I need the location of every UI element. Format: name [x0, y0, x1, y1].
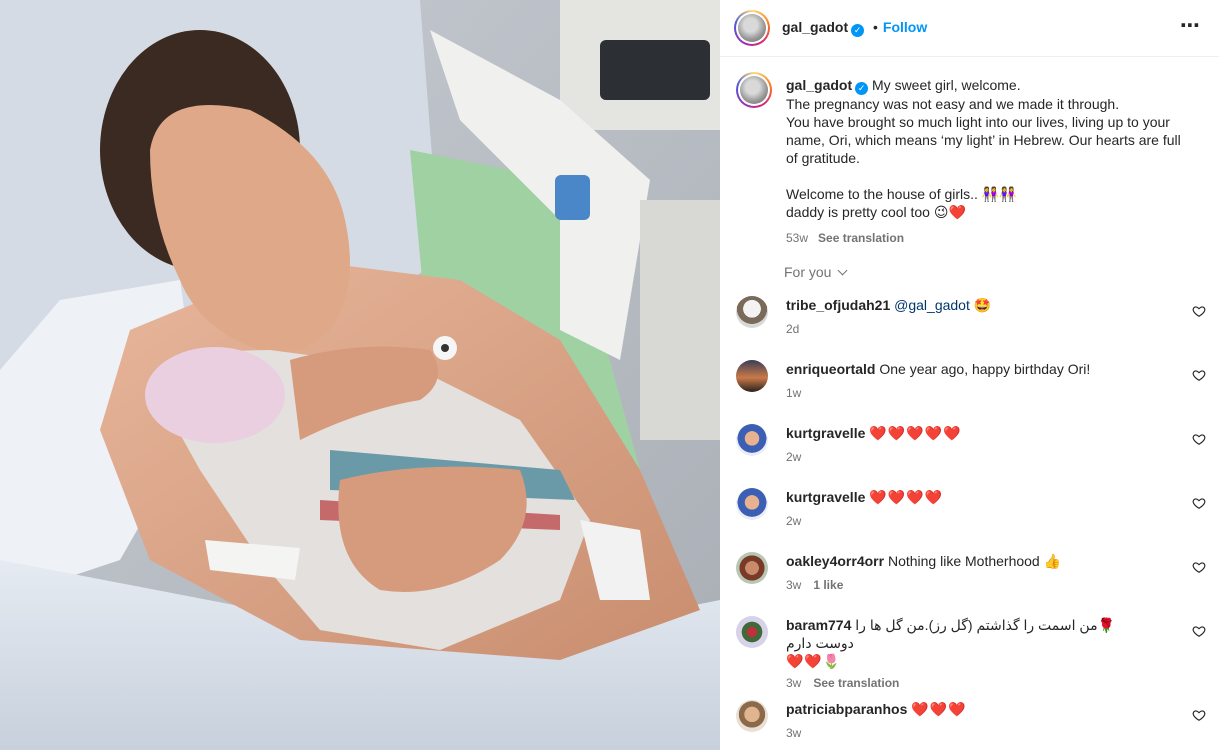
caption-line-4: Welcome to the house of girls.. 👭👭	[786, 186, 1017, 202]
comment-text: Nothing like Motherhood 👍	[887, 553, 1062, 569]
caption-username[interactable]: gal_gadot	[786, 77, 852, 93]
comment-item: oakley4orr4orr Nothing like Motherhood 👍…	[736, 552, 1206, 606]
comment-time[interactable]: 1w	[786, 386, 801, 400]
commenter-username[interactable]: oakley4orr4orr	[786, 553, 884, 569]
sort-label: For you	[784, 264, 832, 280]
comment-time[interactable]: 3w	[786, 726, 801, 740]
commenter-avatar[interactable]	[736, 552, 768, 584]
comment-time[interactable]: 2d	[786, 322, 799, 336]
comment-body: enriqueortald One year ago, happy birthd…	[786, 360, 1156, 402]
comment-body: kurtgravelle ❤️❤️❤️❤️❤️ 2w	[786, 424, 1156, 466]
separator-dot: •	[873, 19, 878, 35]
like-heart-icon[interactable]	[1192, 708, 1206, 722]
comment-item: kurtgravelle ❤️❤️❤️❤️❤️ 2w	[736, 424, 1206, 478]
comment-meta: 3w See translation	[786, 674, 1156, 692]
comment-text-line-2: ❤️❤️🌷	[786, 653, 842, 669]
comment-body: tribe_ofjudah21 @gal_gadot 🤩 2d	[786, 296, 1156, 338]
like-heart-icon[interactable]	[1192, 624, 1206, 638]
comment-item: tribe_ofjudah21 @gal_gadot 🤩 2d	[736, 296, 1206, 350]
post-header: gal_gadot ✓ • Follow ⋯	[720, 0, 1219, 57]
comment-time[interactable]: 3w	[786, 676, 801, 690]
comment-time[interactable]: 2w	[786, 514, 801, 528]
post-timestamp[interactable]: 53w	[786, 231, 808, 245]
follow-button[interactable]: Follow	[883, 19, 927, 35]
commenter-username[interactable]: kurtgravelle	[786, 489, 865, 505]
comment-meta: 3w	[786, 724, 1156, 742]
see-translation-link[interactable]: See translation	[813, 676, 899, 690]
caption-avatar[interactable]	[736, 72, 772, 108]
comment-item: enriqueortald One year ago, happy birthd…	[736, 360, 1206, 414]
comment-meta: 2w	[786, 512, 1156, 530]
post-side-panel: gal_gadot ✓ • Follow ⋯ gal_gadot ✓ My sweet…	[720, 0, 1219, 750]
like-heart-icon[interactable]	[1192, 368, 1206, 382]
verified-badge-icon: ✓	[851, 24, 865, 37]
comment-time[interactable]: 2w	[786, 450, 801, 464]
caption-line-5: daddy is pretty cool too 😉❤️	[786, 204, 966, 220]
caption-line-1: My sweet girl, welcome.	[872, 77, 1021, 93]
commenter-avatar[interactable]	[736, 424, 768, 456]
comment-text: One year ago, happy birthday Ori!	[879, 361, 1091, 377]
author-avatar[interactable]	[734, 10, 770, 46]
comment-sort-dropdown[interactable]: For you	[784, 264, 848, 280]
caption-meta: 53w See translation	[786, 229, 1196, 247]
commenter-username[interactable]: baram774	[786, 617, 851, 633]
caption-line-3: You have brought so much light into our …	[786, 114, 1181, 166]
comment-text: ❤️❤️❤️	[911, 701, 967, 717]
more-options-icon[interactable]: ⋯	[1180, 16, 1201, 36]
see-translation-link[interactable]: See translation	[818, 231, 904, 245]
commenter-avatar[interactable]	[736, 616, 768, 648]
comment-text: ❤️❤️❤️❤️❤️	[869, 425, 962, 441]
caption-text: gal_gadot ✓ My sweet girl, welcome. The p…	[786, 76, 1196, 247]
author-username[interactable]: gal_gadot	[782, 19, 848, 35]
comment-body: kurtgravelle ❤️❤️❤️❤️ 2w	[786, 488, 1156, 530]
like-heart-icon[interactable]	[1192, 304, 1206, 318]
caption-verified-icon: ✓	[855, 82, 869, 95]
hospital-photo-illustration	[0, 0, 720, 750]
comment-meta: 2w	[786, 448, 1156, 466]
commenter-avatar[interactable]	[736, 700, 768, 732]
header-meta: gal_gadot ✓ • Follow	[782, 19, 927, 37]
chevron-down-icon	[837, 265, 848, 276]
caption-line-2: The pregnancy was not easy and we made i…	[786, 96, 1120, 112]
comment-meta: 1w	[786, 384, 1156, 402]
like-heart-icon[interactable]	[1192, 496, 1206, 510]
comment-body: baram774 🌹من اسمت را گذاشتم (گل رز).من گ…	[786, 616, 1156, 692]
comment-body: patriciabparanhos ❤️❤️❤️ 3w	[786, 700, 1156, 742]
commenter-avatar[interactable]	[736, 296, 768, 328]
comment-likes[interactable]: 1 like	[813, 578, 843, 592]
like-heart-icon[interactable]	[1192, 432, 1206, 446]
comment-item: kurtgravelle ❤️❤️❤️❤️ 2w	[736, 488, 1206, 542]
commenter-username[interactable]: enriqueortald	[786, 361, 875, 377]
comment-body: oakley4orr4orr Nothing like Motherhood 👍…	[786, 552, 1156, 594]
comment-item: patriciabparanhos ❤️❤️❤️ 3w	[736, 700, 1206, 748]
commenter-avatar[interactable]	[736, 360, 768, 392]
comment-time[interactable]: 3w	[786, 578, 801, 592]
like-heart-icon[interactable]	[1192, 560, 1206, 574]
commenter-avatar[interactable]	[736, 488, 768, 520]
comment-text: ❤️❤️❤️❤️	[869, 489, 943, 505]
commenter-username[interactable]: tribe_ofjudah21	[786, 297, 890, 313]
comment-meta: 3w 1 like	[786, 576, 1156, 594]
comment-item: baram774 🌹من اسمت را گذاشتم (گل رز).من گ…	[736, 616, 1206, 690]
comment-text: @gal_gadot 🤩	[894, 297, 992, 313]
post-photo[interactable]	[0, 0, 720, 750]
commenter-username[interactable]: patriciabparanhos	[786, 701, 907, 717]
commenter-username[interactable]: kurtgravelle	[786, 425, 865, 441]
comment-meta: 2d	[786, 320, 1156, 338]
